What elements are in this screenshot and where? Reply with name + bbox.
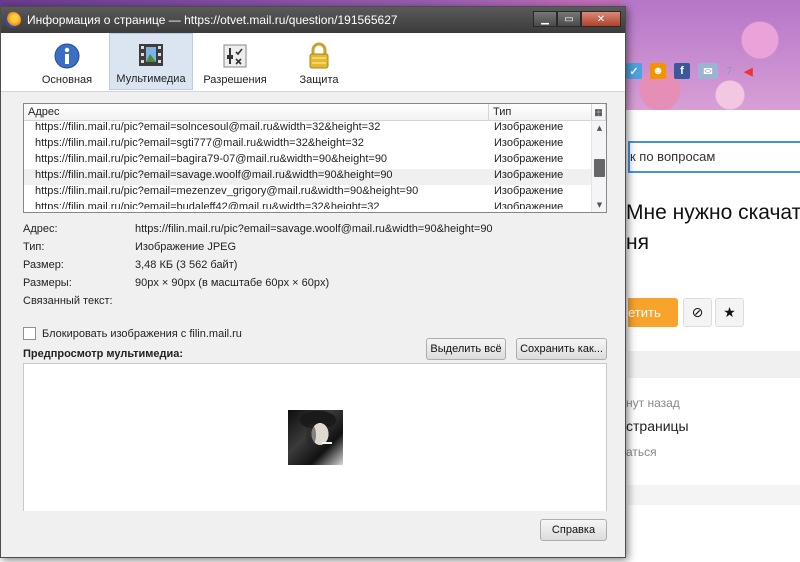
- dialog-titlebar[interactable]: Информация о странице — https://otvet.ma…: [1, 7, 625, 33]
- column-header-type[interactable]: Тип: [489, 104, 592, 120]
- block-icon[interactable]: ⊘: [683, 298, 712, 327]
- block-images-label: Блокировать изображения с filin.mail.ru: [42, 327, 242, 340]
- block-images-checkbox[interactable]: [23, 327, 36, 340]
- tab-general[interactable]: Основная: [25, 33, 109, 90]
- row-type: Изображение: [494, 153, 564, 165]
- list-header: Адрес Тип ▦: [24, 104, 606, 121]
- size-label: Размер:: [23, 259, 64, 271]
- preview-cigarette: [322, 442, 332, 444]
- close-icon[interactable]: ✕: [581, 11, 621, 27]
- background-search-input[interactable]: к по вопросам: [628, 141, 800, 173]
- mail-icon[interactable]: ✉: [698, 63, 718, 79]
- mail-count: 7: [726, 65, 733, 77]
- star-icon[interactable]: ★: [715, 298, 744, 327]
- tab-bar: Основная Мультимедиа Разрешения Защита: [1, 33, 625, 92]
- maximize-icon[interactable]: ▭: [557, 11, 581, 27]
- dimensions-label: Размеры:: [23, 277, 72, 289]
- tab-security-label: Защита: [299, 74, 339, 86]
- row-address: https://filin.mail.ru/pic?email=solnceso…: [35, 121, 381, 133]
- dimensions-value: 90px × 90px (в масштабе 60px × 60px): [135, 277, 330, 289]
- row-type: Изображение: [494, 169, 564, 181]
- list-scrollbar[interactable]: ▲ ▼: [591, 121, 606, 212]
- info-linked-text-row: Связанный текст:: [23, 295, 607, 313]
- minimize-icon[interactable]: ▁: [533, 11, 557, 27]
- sound-icon[interactable]: ◀: [740, 63, 756, 79]
- preview-image: [288, 410, 343, 465]
- twitter-icon[interactable]: ✓: [626, 63, 642, 79]
- row-address: https://filin.mail.ru/pic?email=budaleff…: [35, 201, 380, 209]
- type-label: Тип:: [23, 241, 45, 253]
- save-as-button[interactable]: Сохранить как...: [516, 338, 607, 360]
- row-type: Изображение: [494, 121, 564, 133]
- background-time-ago: нут назад: [626, 396, 680, 410]
- list-row[interactable]: https://filin.mail.ru/pic?email=sgti777@…: [24, 137, 592, 153]
- dialog-title: Информация о странице — https://otvet.ma…: [27, 13, 398, 27]
- preview-area: [23, 363, 607, 511]
- background-subscribe-link[interactable]: аться: [626, 445, 657, 459]
- scroll-up-icon[interactable]: ▲: [592, 121, 607, 135]
- firefox-icon: [5, 12, 21, 28]
- scroll-thumb[interactable]: [594, 159, 605, 177]
- permissions-icon: [221, 41, 249, 71]
- row-address: https://filin.mail.ru/pic?email=bagira79…: [35, 153, 388, 165]
- background-divider: [628, 351, 800, 378]
- info-icon: [53, 41, 81, 71]
- list-row[interactable]: https://filin.mail.ru/pic?email=solnceso…: [24, 121, 592, 137]
- tab-security[interactable]: Защита: [277, 33, 361, 90]
- background-pages-text: страницы: [626, 418, 689, 434]
- media-icon: [137, 40, 165, 70]
- row-type: Изображение: [494, 185, 564, 197]
- scroll-down-icon[interactable]: ▼: [592, 198, 607, 212]
- tab-permissions-label: Разрешения: [203, 74, 267, 86]
- help-button[interactable]: Справка: [540, 519, 607, 541]
- background-flower-image: [620, 0, 800, 110]
- window-controls: ▁ ▭ ✕: [533, 11, 621, 27]
- background-question-title: Мне нужно скачать ня: [626, 201, 800, 254]
- size-value: 3,48 КБ (3 562 байт): [135, 259, 238, 271]
- info-size-row: Размер: 3,48 КБ (3 562 байт): [23, 259, 607, 277]
- row-address: https://filin.mail.ru/pic?email=sgti777@…: [35, 137, 364, 149]
- list-row[interactable]: https://filin.mail.ru/pic?email=bagira79…: [24, 153, 592, 169]
- preview-label: Предпросмотр мультимедиа:: [23, 348, 184, 360]
- list-row-selected[interactable]: https://filin.mail.ru/pic?email=savage.w…: [24, 169, 592, 185]
- row-type: Изображение: [494, 201, 564, 209]
- info-type-row: Тип: Изображение JPEG: [23, 241, 607, 259]
- block-images-option[interactable]: Блокировать изображения с filin.mail.ru: [23, 327, 242, 340]
- background-divider-2: [628, 485, 800, 505]
- odnoklassniki-icon[interactable]: ☻: [650, 63, 666, 79]
- lock-icon: [305, 41, 333, 71]
- row-type: Изображение: [494, 137, 564, 149]
- info-dimensions-row: Размеры: 90px × 90px (в масштабе 60px × …: [23, 277, 607, 295]
- list-row[interactable]: https://filin.mail.ru/pic?email=mezenzev…: [24, 185, 592, 201]
- row-address: https://filin.mail.ru/pic?email=savage.w…: [35, 169, 393, 181]
- background-answer-button[interactable]: етить: [628, 298, 678, 327]
- page-info-dialog: Информация о странице — https://otvet.ma…: [0, 6, 626, 558]
- info-address-row: Адрес: https://filin.mail.ru/pic?email=s…: [23, 223, 607, 241]
- facebook-icon[interactable]: f: [674, 63, 690, 79]
- column-picker-icon[interactable]: ▦: [592, 104, 606, 120]
- media-info: Адрес: https://filin.mail.ru/pic?email=s…: [23, 223, 607, 313]
- tab-general-label: Основная: [41, 74, 93, 86]
- column-header-address[interactable]: Адрес: [24, 104, 489, 120]
- list-rows: https://filin.mail.ru/pic?email=solnceso…: [24, 121, 592, 212]
- list-row[interactable]: https://filin.mail.ru/pic?email=budaleff…: [24, 201, 592, 209]
- linked-text-label: Связанный текст:: [23, 295, 113, 307]
- tab-multimedia[interactable]: Мультимедиа: [109, 33, 193, 90]
- address-label: Адрес:: [23, 223, 58, 235]
- media-list[interactable]: Адрес Тип ▦ https://filin.mail.ru/pic?em…: [23, 103, 607, 213]
- preview-face-shadow: [306, 424, 316, 446]
- type-value: Изображение JPEG: [135, 241, 237, 253]
- row-address: https://filin.mail.ru/pic?email=mezenzev…: [35, 185, 419, 197]
- tab-multimedia-label: Мультимедиа: [116, 73, 186, 85]
- address-value: https://filin.mail.ru/pic?email=savage.w…: [135, 223, 493, 235]
- social-icons-bar: ✓ ☻ f ✉ 7 ◀: [626, 58, 800, 84]
- select-all-button[interactable]: Выделить всё: [426, 338, 506, 360]
- tab-permissions[interactable]: Разрешения: [193, 33, 277, 90]
